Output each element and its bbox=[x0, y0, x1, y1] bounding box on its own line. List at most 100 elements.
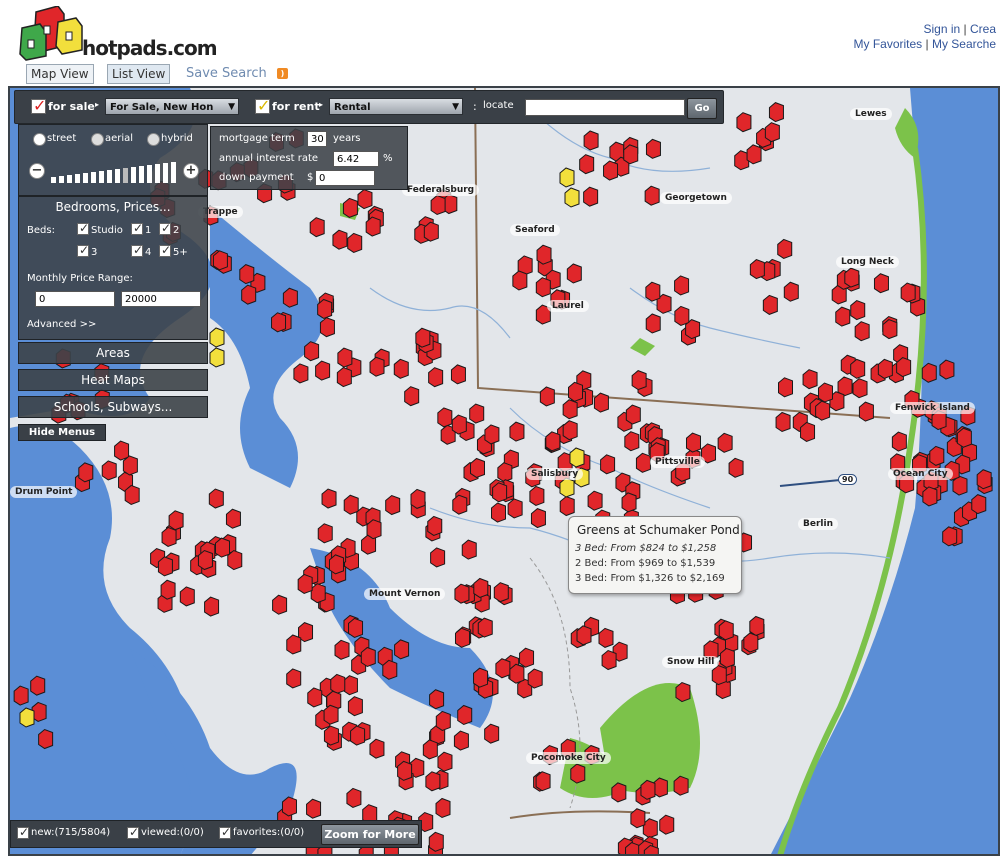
listing-marker-icon[interactable] bbox=[347, 232, 363, 253]
aerial-radio[interactable] bbox=[91, 133, 104, 146]
listing-marker-icon[interactable] bbox=[160, 579, 176, 600]
listing-marker-icon[interactable] bbox=[343, 494, 359, 515]
listing-marker-icon[interactable] bbox=[114, 440, 130, 461]
locate-input[interactable] bbox=[525, 99, 685, 116]
listing-marker-selected-icon[interactable] bbox=[564, 187, 580, 208]
listing-marker-icon[interactable] bbox=[645, 138, 661, 159]
listing-marker-icon[interactable] bbox=[625, 404, 641, 425]
save-search-link[interactable]: Save Search bbox=[186, 66, 267, 81]
down-payment-input[interactable]: 0 bbox=[315, 170, 375, 186]
listing-marker-icon[interactable] bbox=[241, 284, 257, 305]
listing-marker-icon[interactable] bbox=[519, 647, 535, 668]
listing-marker-icon[interactable] bbox=[124, 484, 140, 506]
listing-marker-icon[interactable] bbox=[509, 421, 525, 442]
listing-marker-icon[interactable] bbox=[640, 779, 656, 800]
listing-marker-icon[interactable] bbox=[385, 494, 401, 516]
listing-marker-icon[interactable] bbox=[317, 298, 333, 320]
listing-marker-icon[interactable] bbox=[428, 367, 444, 388]
mortgage-term-input[interactable]: 30 bbox=[307, 131, 327, 147]
beds-5plus-checkbox[interactable]: ✓ bbox=[159, 243, 171, 257]
listing-marker-icon[interactable] bbox=[101, 460, 117, 481]
listing-marker-selected-icon[interactable] bbox=[569, 447, 585, 468]
listing-marker-icon[interactable] bbox=[397, 760, 413, 781]
listing-marker-icon[interactable] bbox=[570, 763, 586, 784]
listing-marker-icon[interactable] bbox=[428, 831, 444, 852]
listing-marker-icon[interactable] bbox=[286, 634, 302, 655]
listing-marker-icon[interactable] bbox=[317, 523, 333, 544]
zoom-in-button[interactable]: + bbox=[183, 163, 199, 179]
listing-marker-icon[interactable] bbox=[332, 229, 348, 250]
listing-marker-icon[interactable] bbox=[603, 160, 619, 181]
listing-marker-icon[interactable] bbox=[78, 462, 94, 483]
listing-marker-icon[interactable] bbox=[430, 194, 446, 216]
advanced-link[interactable]: Advanced >> bbox=[27, 319, 96, 330]
listing-marker-icon[interactable] bbox=[473, 667, 489, 688]
listing-marker-icon[interactable] bbox=[469, 403, 485, 424]
listing-marker-icon[interactable] bbox=[635, 452, 651, 473]
listing-marker-icon[interactable] bbox=[491, 502, 507, 523]
listing-marker-icon[interactable] bbox=[315, 360, 331, 381]
listing-marker-icon[interactable] bbox=[271, 312, 287, 333]
listing-marker-icon[interactable] bbox=[168, 510, 184, 531]
new-checkbox[interactable]: ✓ bbox=[17, 825, 29, 839]
listing-marker-icon[interactable] bbox=[835, 306, 851, 327]
listing-marker-icon[interactable] bbox=[497, 462, 513, 483]
listing-marker-icon[interactable] bbox=[334, 639, 350, 660]
listing-marker-icon[interactable] bbox=[939, 359, 955, 380]
hide-menus-button[interactable]: Hide Menus bbox=[18, 424, 106, 441]
listing-marker-icon[interactable] bbox=[360, 646, 376, 668]
listing-marker-icon[interactable] bbox=[346, 787, 362, 809]
listing-marker-icon[interactable] bbox=[427, 515, 443, 537]
listing-marker-icon[interactable] bbox=[800, 421, 816, 443]
listing-marker-icon[interactable] bbox=[817, 382, 833, 403]
listing-marker-icon[interactable] bbox=[956, 427, 972, 448]
listing-marker-icon[interactable] bbox=[802, 369, 818, 390]
listing-marker-icon[interactable] bbox=[492, 482, 508, 503]
listing-marker-icon[interactable] bbox=[775, 411, 791, 433]
listing-marker-icon[interactable] bbox=[815, 400, 831, 421]
listing-marker-icon[interactable] bbox=[469, 457, 485, 479]
listing-marker-icon[interactable] bbox=[539, 386, 555, 407]
listing-marker-icon[interactable] bbox=[454, 583, 470, 604]
listing-marker-icon[interactable] bbox=[212, 250, 228, 271]
listing-marker-icon[interactable] bbox=[323, 704, 339, 725]
beds-4-checkbox[interactable]: ✓ bbox=[131, 243, 143, 257]
listing-marker-icon[interactable] bbox=[601, 649, 617, 671]
listing-marker-icon[interactable] bbox=[529, 485, 545, 507]
listing-marker-icon[interactable] bbox=[451, 414, 467, 435]
listing-marker-icon[interactable] bbox=[281, 796, 297, 817]
listing-marker-icon[interactable] bbox=[743, 632, 759, 653]
listing-marker-icon[interactable] bbox=[304, 341, 320, 362]
listing-marker-icon[interactable] bbox=[350, 725, 366, 746]
listing-marker-icon[interactable] bbox=[749, 615, 765, 637]
listing-marker-icon[interactable] bbox=[587, 490, 603, 511]
listing-marker-icon[interactable] bbox=[179, 586, 195, 607]
listing-marker-icon[interactable] bbox=[435, 710, 451, 731]
listing-marker-icon[interactable] bbox=[437, 751, 453, 772]
listing-marker-icon[interactable] bbox=[562, 420, 578, 441]
listing-marker-selected-icon[interactable] bbox=[19, 707, 35, 728]
listing-marker-selected-icon[interactable] bbox=[209, 347, 225, 368]
listing-marker-icon[interactable] bbox=[598, 627, 614, 648]
listing-marker-icon[interactable] bbox=[493, 582, 509, 603]
listing-marker-icon[interactable] bbox=[652, 777, 668, 798]
listing-marker-icon[interactable] bbox=[369, 356, 385, 377]
listing-marker-icon[interactable] bbox=[293, 363, 309, 384]
listing-marker-selected-icon[interactable] bbox=[209, 327, 225, 348]
listing-marker-icon[interactable] bbox=[976, 469, 992, 490]
listing-marker-icon[interactable] bbox=[30, 675, 46, 696]
listing-marker-selected-icon[interactable] bbox=[559, 477, 575, 498]
listing-marker-icon[interactable] bbox=[971, 494, 987, 515]
listing-marker-icon[interactable] bbox=[457, 704, 473, 726]
listing-marker-icon[interactable] bbox=[600, 454, 616, 475]
for-rent-checkbox[interactable]: ✓ bbox=[255, 96, 270, 115]
tab-map-view[interactable]: Map View bbox=[26, 64, 94, 84]
rss-icon[interactable]: ) bbox=[277, 68, 288, 79]
listing-marker-icon[interactable] bbox=[762, 294, 778, 315]
listing-marker-icon[interactable] bbox=[644, 185, 660, 206]
listing-marker-icon[interactable] bbox=[347, 696, 363, 717]
areas-menu[interactable]: Areas bbox=[18, 342, 208, 364]
listing-marker-icon[interactable] bbox=[545, 431, 561, 452]
listing-marker-icon[interactable] bbox=[310, 583, 326, 604]
listing-marker-icon[interactable] bbox=[13, 685, 29, 706]
